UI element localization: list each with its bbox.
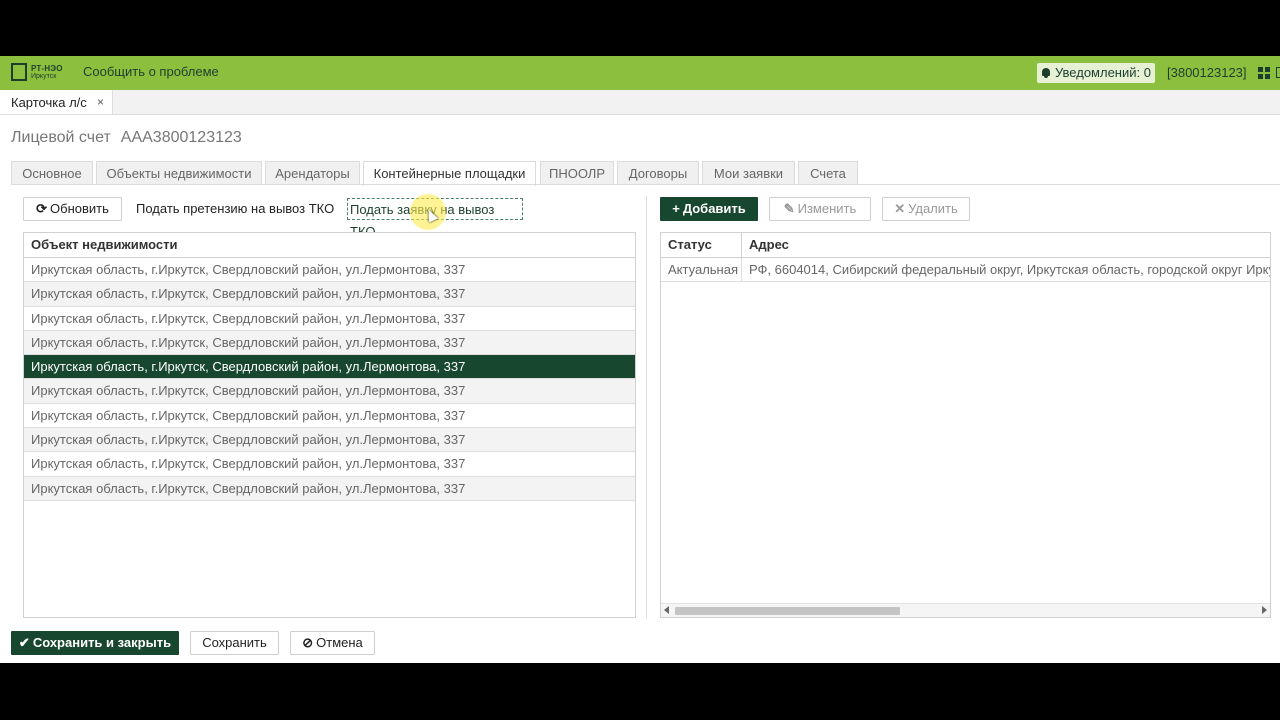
logo-text-top: РТ-НЭО (31, 64, 63, 73)
account-title-number: AAA3800123123 (120, 129, 242, 146)
account-title-label: Лицевой счет (11, 129, 111, 146)
table-row[interactable]: Иркутская область, г.Иркутск, Свердловск… (24, 379, 635, 404)
document-tabs: Карточка л/с × (0, 90, 1280, 115)
tab-tenants[interactable]: Арендаторы (265, 161, 360, 184)
table-row[interactable]: Иркутская область, г.Иркутск, Свердловск… (24, 428, 635, 453)
window-edge-icon[interactable] (1276, 67, 1280, 78)
doc-tab-label: Карточка л/с (11, 95, 87, 110)
cell-status: Актуальная (661, 258, 742, 282)
cell-address: РФ, 6604014, Сибирский федеральный округ… (749, 262, 1270, 277)
table-header: Статус Адрес (661, 233, 1270, 258)
column-header-real-estate[interactable]: Объект недвижимости (24, 233, 635, 258)
delete-button[interactable]: ✕ Удалить (882, 197, 970, 221)
cancel-icon: ⊘ (302, 635, 314, 650)
tab-invoices[interactable]: Счета (798, 161, 858, 184)
top-bar: РТ-НЭО Иркутск Сообщить о проблеме Уведо… (0, 56, 1280, 90)
add-button[interactable]: + Добавить (660, 197, 758, 221)
tabs-divider (11, 184, 1280, 185)
panel-splitter[interactable] (646, 196, 647, 618)
submit-claim-button[interactable]: Подать претензию на вывоз ТКО (136, 198, 334, 220)
save-button[interactable]: Сохранить (190, 631, 279, 655)
table-row[interactable]: Иркутская область, г.Иркутск, Свердловск… (24, 282, 635, 307)
report-problem-link[interactable]: Сообщить о проблеме (83, 64, 219, 79)
refresh-button[interactable]: ⟳ Обновить (23, 197, 122, 221)
horizontal-scrollbar[interactable] (661, 603, 1270, 617)
check-icon: ✔ (18, 635, 30, 650)
close-icon[interactable]: × (97, 95, 104, 109)
app-window: РТ-НЭО Иркутск Сообщить о проблеме Уведо… (0, 56, 1280, 663)
page-title: Лицевой счет AAA3800123123 (11, 129, 242, 147)
refresh-icon: ⟳ (36, 201, 48, 216)
tab-real-estate[interactable]: Объекты недвижимости (96, 161, 262, 184)
table-row[interactable]: Актуальная РФ, 6604014, Сибирский федера… (661, 258, 1270, 283)
cancel-button[interactable]: ⊘ Отмена (290, 631, 375, 655)
logo: РТ-НЭО Иркутск (11, 63, 63, 83)
notifications-button[interactable]: Уведомлений: 0 (1037, 63, 1155, 83)
delete-label: Удалить (908, 201, 958, 216)
scroll-right-icon[interactable] (1262, 606, 1267, 614)
table-row[interactable]: Иркутская область, г.Иркутск, Свердловск… (24, 476, 635, 501)
real-estate-table: Объект недвижимости Иркутская область, г… (23, 232, 636, 618)
column-header-status[interactable]: Статус (661, 233, 742, 257)
table-row-selected[interactable]: Иркутская область, г.Иркутск, Свердловск… (24, 355, 635, 380)
tab-my-requests[interactable]: Мои заявки (702, 161, 795, 184)
edit-icon: ✎ (783, 201, 795, 216)
scroll-left-icon[interactable] (664, 606, 669, 614)
refresh-label: Обновить (50, 201, 109, 216)
column-header-address[interactable]: Адрес (742, 233, 1270, 257)
tab-contracts[interactable]: Договоры (617, 161, 699, 184)
account-number[interactable]: [3800123123] (1167, 65, 1247, 80)
container-sites-table: Статус Адрес Актуальная РФ, 6604014, Сиб… (660, 232, 1271, 618)
table-row[interactable]: Иркутская область, г.Иркутск, Свердловск… (24, 404, 635, 429)
tab-pnoolr[interactable]: ПНООЛР (540, 161, 614, 184)
save-and-close-label: Сохранить и закрыть (32, 635, 172, 650)
logo-mark (11, 63, 27, 81)
plus-icon: + (672, 201, 680, 216)
edit-button[interactable]: ✎ Изменить (769, 197, 871, 221)
scrollbar-thumb[interactable] (675, 607, 900, 615)
tab-container-sites[interactable]: Контейнерные площадки (363, 161, 536, 186)
add-label: Добавить (682, 201, 746, 216)
table-row[interactable]: Иркутская область, г.Иркутск, Свердловск… (24, 330, 635, 356)
table-row[interactable]: Иркутская область, г.Иркутск, Свердловск… (24, 258, 635, 283)
cancel-label: Отмена (316, 635, 363, 650)
notifications-label: Уведомлений: 0 (1055, 65, 1151, 80)
save-and-close-button[interactable]: ✔ Сохранить и закрыть (11, 631, 179, 655)
tab-main[interactable]: Основное (11, 161, 93, 184)
edit-label: Изменить (797, 201, 857, 216)
table-row[interactable]: Иркутская область, г.Иркутск, Свердловск… (24, 307, 635, 331)
doc-tab-account-card[interactable]: Карточка л/с × (0, 90, 113, 114)
bell-icon (1041, 67, 1051, 79)
delete-icon: ✕ (894, 201, 906, 216)
logo-text-bottom: Иркутск (31, 73, 57, 80)
apps-grid-icon[interactable] (1258, 67, 1270, 79)
table-row[interactable]: Иркутская область, г.Иркутск, Свердловск… (24, 452, 635, 477)
submit-request-button[interactable]: Подать заявку на вывоз ТКО (347, 198, 523, 239)
